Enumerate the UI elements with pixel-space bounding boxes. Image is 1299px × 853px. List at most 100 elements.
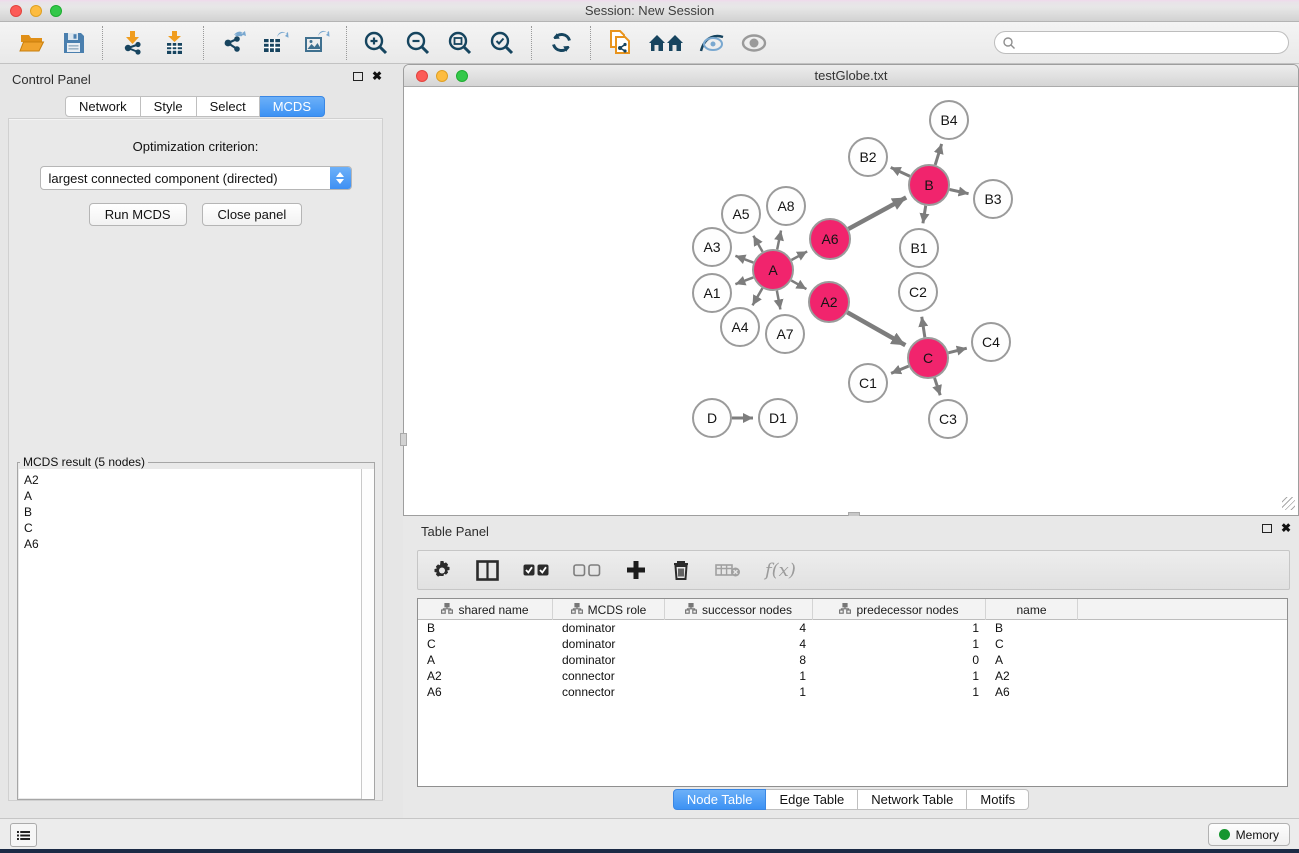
- save-session-icon[interactable]: [58, 28, 88, 58]
- search-input[interactable]: [994, 31, 1289, 54]
- column-header-shared-name[interactable]: shared name: [418, 599, 553, 620]
- graph-node-B[interactable]: B: [909, 165, 949, 205]
- close-panel-button[interactable]: Close panel: [202, 203, 303, 226]
- optimization-criterion-select[interactable]: largest connected component (directed): [40, 166, 352, 190]
- mcds-result-list[interactable]: A2ABCA6: [19, 469, 373, 798]
- graph-node-A2[interactable]: A2: [809, 282, 849, 322]
- graph-edge-A-A2[interactable]: [791, 280, 806, 289]
- mcds-result-item[interactable]: A2: [19, 469, 373, 488]
- float-table-panel-icon[interactable]: [1262, 524, 1272, 533]
- task-history-button[interactable]: [10, 823, 37, 847]
- table-row[interactable]: Adominator80A: [418, 652, 1287, 668]
- column-view-icon[interactable]: [476, 560, 499, 581]
- tab-style[interactable]: Style: [141, 96, 197, 117]
- close-panel-icon[interactable]: ✖: [372, 71, 382, 81]
- table-cell[interactable]: 8: [665, 652, 813, 668]
- tab-select[interactable]: Select: [197, 96, 260, 117]
- resize-grip[interactable]: [1282, 497, 1295, 510]
- graph-edge-A-A1[interactable]: [735, 277, 753, 284]
- table-cell[interactable]: A2: [418, 668, 553, 684]
- graph-edge-A-A3[interactable]: [735, 256, 753, 263]
- result-scrollbar[interactable]: [361, 469, 374, 799]
- clone-network-icon[interactable]: [605, 28, 635, 58]
- float-panel-icon[interactable]: [353, 72, 363, 81]
- tab-motifs[interactable]: Motifs: [967, 789, 1029, 810]
- tab-node-table[interactable]: Node Table: [673, 789, 767, 810]
- delete-column-icon[interactable]: [671, 559, 691, 581]
- table-cell[interactable]: B: [418, 620, 553, 636]
- graph-edge-B-B2[interactable]: [891, 167, 910, 176]
- table-cell[interactable]: 1: [813, 668, 986, 684]
- graph-edge-A-A8[interactable]: [777, 230, 781, 249]
- export-image-icon[interactable]: [302, 28, 332, 58]
- table-cell[interactable]: dominator: [553, 620, 665, 636]
- network-canvas[interactable]: AA1A2A3A4A5A6A7A8BB1B2B3B4CC1C2C3C4DD1: [405, 88, 1297, 512]
- add-column-icon[interactable]: [625, 559, 647, 581]
- table-row[interactable]: Cdominator41C: [418, 636, 1287, 652]
- zoom-out-icon[interactable]: [403, 28, 433, 58]
- graph-node-A[interactable]: A: [753, 250, 793, 290]
- graph-node-C[interactable]: C: [908, 338, 948, 378]
- table-cell[interactable]: 1: [813, 684, 986, 700]
- select-all-rows-icon[interactable]: [523, 564, 549, 577]
- graph-node-C4[interactable]: C4: [972, 323, 1010, 361]
- mcds-result-item[interactable]: C: [19, 520, 373, 536]
- graph-edge-B-B4[interactable]: [935, 144, 941, 165]
- table-cell[interactable]: 4: [665, 620, 813, 636]
- graph-node-B3[interactable]: B3: [974, 180, 1012, 218]
- table-cell[interactable]: A: [418, 652, 553, 668]
- run-mcds-button[interactable]: Run MCDS: [89, 203, 187, 226]
- table-cell[interactable]: C: [986, 636, 1078, 652]
- graph-node-B1[interactable]: B1: [900, 229, 938, 267]
- graph-node-A7[interactable]: A7: [766, 315, 804, 353]
- graph-edge-C-C1[interactable]: [891, 366, 909, 373]
- table-cell[interactable]: 0: [813, 652, 986, 668]
- graph-edge-A-A7[interactable]: [777, 291, 781, 310]
- vertical-scrollbar-thumb[interactable]: [400, 433, 407, 446]
- show-graphics-icon[interactable]: [739, 28, 769, 58]
- tab-mcds[interactable]: MCDS: [260, 96, 325, 117]
- tab-network-table[interactable]: Network Table: [858, 789, 967, 810]
- close-table-panel-icon[interactable]: ✖: [1281, 523, 1291, 533]
- mcds-result-item[interactable]: A: [19, 488, 373, 504]
- table-options-gear-icon[interactable]: [432, 560, 452, 580]
- graph-node-B2[interactable]: B2: [849, 138, 887, 176]
- mcds-result-item[interactable]: A6: [19, 536, 373, 552]
- tab-network[interactable]: Network: [65, 96, 141, 117]
- table-cell[interactable]: 4: [665, 636, 813, 652]
- graph-node-A8[interactable]: A8: [767, 187, 805, 225]
- mcds-result-item[interactable]: B: [19, 504, 373, 520]
- graph-edge-C-C4[interactable]: [948, 348, 966, 353]
- session-titlebar[interactable]: Session: New Session: [0, 0, 1299, 22]
- open-session-icon[interactable]: [16, 28, 46, 58]
- node-table[interactable]: shared nameMCDS rolesuccessor nodesprede…: [417, 598, 1288, 787]
- graph-node-A3[interactable]: A3: [693, 228, 731, 266]
- graph-edge-A-A4[interactable]: [753, 288, 763, 305]
- table-cell[interactable]: 1: [665, 668, 813, 684]
- graph-node-D1[interactable]: D1: [759, 399, 797, 437]
- table-cell[interactable]: 1: [665, 684, 813, 700]
- export-network-icon[interactable]: [218, 28, 248, 58]
- column-header-successor-nodes[interactable]: successor nodes: [665, 599, 813, 620]
- memory-button[interactable]: Memory: [1208, 823, 1290, 846]
- graph-node-A1[interactable]: A1: [693, 274, 731, 312]
- column-header-MCDS-role[interactable]: MCDS role: [553, 599, 665, 620]
- table-row[interactable]: A2connector11A2: [418, 668, 1287, 684]
- import-table-icon[interactable]: [159, 28, 189, 58]
- column-header-name[interactable]: name: [986, 599, 1078, 620]
- table-cell[interactable]: C: [418, 636, 553, 652]
- network-window-titlebar[interactable]: testGlobe.txt: [404, 65, 1298, 87]
- graph-edge-A-A5[interactable]: [753, 236, 762, 252]
- graph-edge-C-C3[interactable]: [935, 378, 941, 395]
- table-cell[interactable]: dominator: [553, 636, 665, 652]
- home-icon[interactable]: [647, 28, 685, 58]
- zoom-selected-icon[interactable]: [487, 28, 517, 58]
- zoom-fit-icon[interactable]: [445, 28, 475, 58]
- table-row[interactable]: Bdominator41B: [418, 620, 1287, 636]
- graph-node-C1[interactable]: C1: [849, 364, 887, 402]
- graph-edge-A-A6[interactable]: [791, 251, 807, 260]
- column-header-predecessor-nodes[interactable]: predecessor nodes: [813, 599, 986, 620]
- graph-node-A5[interactable]: A5: [722, 195, 760, 233]
- zoom-in-icon[interactable]: [361, 28, 391, 58]
- export-table-icon[interactable]: [260, 28, 290, 58]
